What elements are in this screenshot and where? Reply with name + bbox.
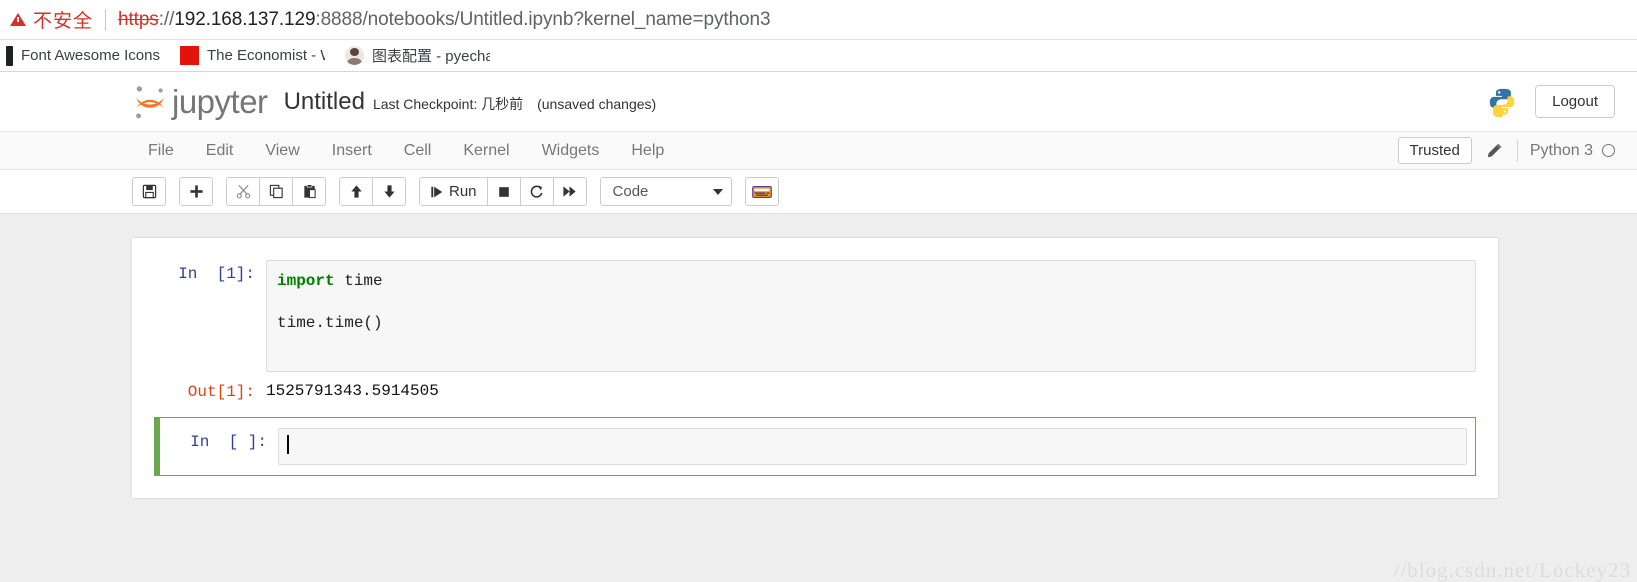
bookmark-label: 图表配置 - pyecharts <box>371 48 490 65</box>
kernel-name-label: Python 3 <box>1529 141 1593 159</box>
url-divider <box>105 8 107 31</box>
last-checkpoint-label: Last Checkpoint: 几秒前 <box>372 96 524 112</box>
restart-circle-icon <box>530 185 543 198</box>
python-keyword-import: import <box>277 272 335 290</box>
menu-item-view[interactable]: View <box>249 132 315 170</box>
dark-bar-icon <box>6 45 13 66</box>
jupyter-home-link[interactable]: jupyter <box>132 83 268 121</box>
toolbar-group-move <box>339 177 406 206</box>
run-button-label: Run <box>449 183 477 200</box>
notebook-body: In [1]: import time time.time() Out[1]: … <box>0 214 1637 582</box>
insert-cell-below-button[interactable] <box>179 177 213 206</box>
interrupt-kernel-button[interactable] <box>486 177 521 206</box>
jupyter-header: jupyter Untitled Last Checkpoint: 几秒前 (u… <box>0 72 1637 132</box>
jupyter-logo-icon <box>136 85 164 118</box>
header-right-group: Logout <box>1487 85 1615 118</box>
url-scheme: https <box>118 8 159 30</box>
code-line-1-rest: time <box>334 272 383 290</box>
copy-icon <box>269 184 283 199</box>
logout-button[interactable]: Logout <box>1535 85 1615 118</box>
run-icon <box>431 186 443 197</box>
toolbar-group-palette <box>744 177 779 206</box>
keyboard-icon <box>751 185 772 198</box>
plus-icon <box>189 185 203 198</box>
save-button[interactable] <box>132 177 166 206</box>
security-status-label[interactable]: 不安全 <box>33 6 93 33</box>
toolbar-group-clipboard <box>226 177 326 206</box>
arrow-down-icon <box>383 185 395 198</box>
output-value: 1525791343.5914505 <box>266 382 439 400</box>
notebook-cell-1[interactable]: In [1]: import time time.time() <box>154 256 1476 376</box>
command-palette-button[interactable] <box>744 177 779 206</box>
browser-url-bar[interactable]: 不安全 https://192.168.137.129:8888/noteboo… <box>0 0 1637 40</box>
bookmark-label: Font Awesome Icons <box>21 47 160 64</box>
floppy-disk-icon <box>142 184 156 199</box>
run-cell-button[interactable]: Run <box>419 177 488 206</box>
cell-type-value: Code <box>612 183 649 200</box>
bookmark-the-economist[interactable]: The Economist - Wo <box>170 40 335 71</box>
modified-state-label: (unsaved changes) <box>537 96 657 112</box>
bookmark-font-awesome-icons[interactable]: Font Awesome Icons <box>2 40 170 71</box>
trusted-button[interactable]: Trusted <box>1397 137 1472 164</box>
stop-square-icon <box>498 186 509 197</box>
notebook-paper: In [1]: import time time.time() Out[1]: … <box>132 238 1498 498</box>
cell-prompt-in-1: In [1]: <box>178 265 255 283</box>
move-cell-down-button[interactable] <box>372 177 406 206</box>
scissors-icon <box>236 185 250 199</box>
notebook-output-1: Out[1]: 1525791343.5914505 <box>154 376 1476 405</box>
browser-chrome: 不安全 https://192.168.137.129:8888/noteboo… <box>0 0 1637 72</box>
arrow-up-icon <box>350 185 362 198</box>
url-host: 192.168.137.129 <box>174 8 316 30</box>
red-square-icon <box>179 46 199 65</box>
menu-item-file[interactable]: File <box>132 132 190 170</box>
jupyter-wordmark: jupyter <box>172 82 268 120</box>
restart-kernel-button[interactable] <box>519 177 554 206</box>
url-separator: :// <box>158 8 175 30</box>
cell-prompt-in-2: In [ ]: <box>190 433 267 451</box>
bookmarks-bar: Font Awesome Icons The Economist - Wo 图表… <box>0 40 1637 72</box>
bookmark-label: The Economist - Wo <box>206 47 325 64</box>
python-logo-icon <box>1489 88 1515 117</box>
cell-prompt-out-1: Out[1]: <box>187 383 255 401</box>
watermark-text: //blog.csdn.net/Lockey23 <box>1393 558 1631 582</box>
jupyter-toolbar: Run Code <box>0 170 1637 214</box>
jupyter-menubar: File Edit View Insert Cell Kernel Widget… <box>0 132 1637 170</box>
toolbar-group-run: Run <box>419 177 587 206</box>
text-cursor <box>287 435 289 454</box>
avatar-icon <box>344 46 364 65</box>
chevron-down-icon <box>712 188 723 195</box>
paste-icon <box>303 184 316 199</box>
copy-button[interactable] <box>259 177 293 206</box>
code-editor-1[interactable]: import time time.time() <box>266 260 1476 372</box>
menu-item-insert[interactable]: Insert <box>316 132 388 170</box>
toolbar-group-save <box>132 177 166 206</box>
bookmark-pyecharts[interactable]: 图表配置 - pyecharts <box>335 40 500 71</box>
menu-item-kernel[interactable]: Kernel <box>447 132 525 170</box>
menubar-divider <box>1516 139 1518 162</box>
menubar-right-group: Trusted Python 3 <box>1397 137 1615 164</box>
pencil-icon[interactable] <box>1486 142 1503 159</box>
menu-item-cell[interactable]: Cell <box>388 132 448 170</box>
paste-button[interactable] <box>292 177 326 206</box>
notebook-title[interactable]: Untitled <box>284 88 365 116</box>
url-text[interactable]: https://192.168.137.129:8888/notebooks/U… <box>118 8 771 31</box>
menu-item-help[interactable]: Help <box>615 132 680 170</box>
menu-item-edit[interactable]: Edit <box>190 132 250 170</box>
notebook-cell-2-selected[interactable]: In [ ]: <box>154 417 1476 476</box>
code-line-2: time.time() <box>277 313 383 332</box>
fast-forward-icon <box>563 186 576 197</box>
menu-item-widgets[interactable]: Widgets <box>526 132 616 170</box>
toolbar-group-insert <box>179 177 213 206</box>
cut-button[interactable] <box>226 177 260 206</box>
move-cell-up-button[interactable] <box>339 177 373 206</box>
code-editor-2[interactable] <box>278 428 1467 465</box>
restart-and-run-all-button[interactable] <box>552 177 587 206</box>
warning-triangle-icon <box>10 13 26 26</box>
code-line-1: import time <box>277 269 1465 294</box>
url-path: :8888/notebooks/Untitled.ipynb?kernel_na… <box>315 8 771 30</box>
kernel-idle-circle-icon[interactable] <box>1602 144 1615 157</box>
cell-type-select[interactable]: Code <box>599 177 732 206</box>
